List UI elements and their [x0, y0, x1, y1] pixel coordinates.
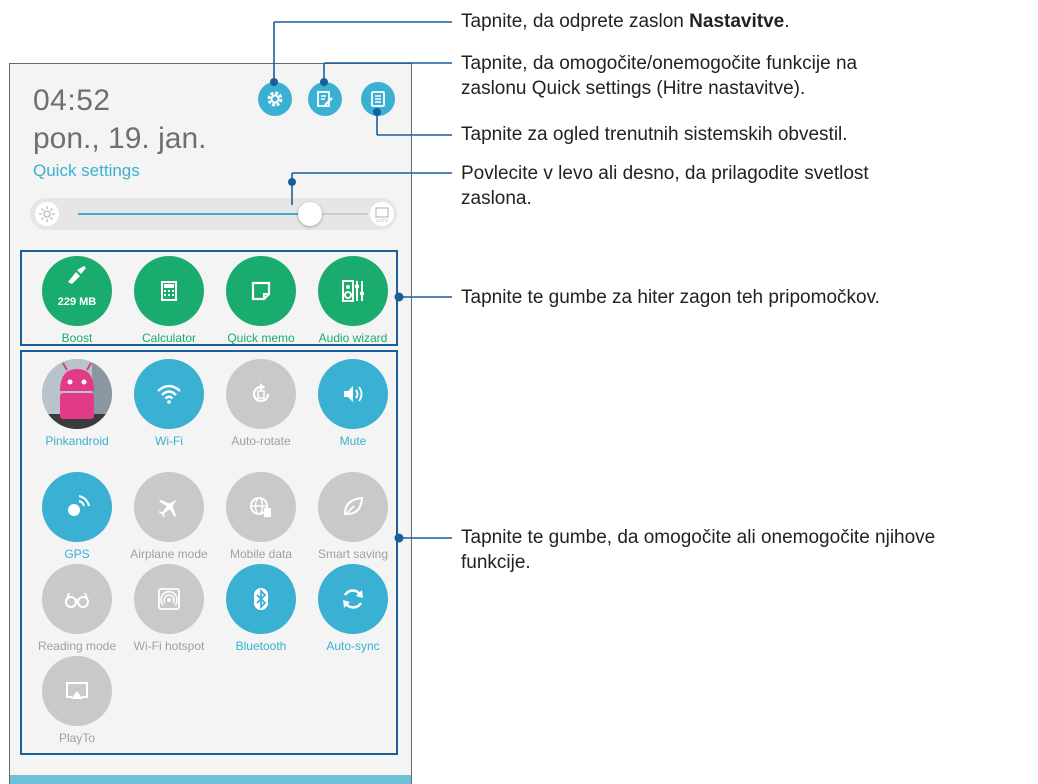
callout-apps: Tapnite te gumbe za hiter zagon teh prip…: [461, 287, 880, 308]
callout-edit: Tapnite, da omogočite/onemogočite funkci…: [461, 51, 857, 101]
callout-settings-bold: Nastavitve: [689, 11, 785, 32]
callout-settings-end: .: [784, 11, 790, 32]
callout-edit-line2: zaslonu Quick settings (Hitre nastavitve…: [461, 78, 806, 99]
callout-toggles: Tapnite te gumbe, da omogočite ali onemo…: [461, 525, 935, 575]
callout-settings: Tapnite, da odprete zaslon Nastavitve.: [461, 9, 790, 34]
callout-brightness-line2: zaslona.: [461, 188, 532, 209]
callout-toggles-line1: Tapnite te gumbe, da omogočite ali onemo…: [461, 527, 936, 548]
callout-toggles-line2: funkcije.: [461, 552, 531, 573]
callout-settings-text: Tapnite, da odprete zaslon: [461, 11, 690, 32]
callout-brightness: Povlecite v levo ali desno, da prilagodi…: [461, 161, 869, 211]
callout-notifications: Tapnite za ogled trenutnih sistemskih ob…: [461, 124, 848, 145]
callout-lines: [270, 21, 452, 543]
callout-edit-line1: Tapnite, da omogočite/onemogočite funkci…: [461, 53, 858, 74]
callout-brightness-line1: Povlecite v levo ali desno, da prilagodi…: [461, 163, 869, 184]
